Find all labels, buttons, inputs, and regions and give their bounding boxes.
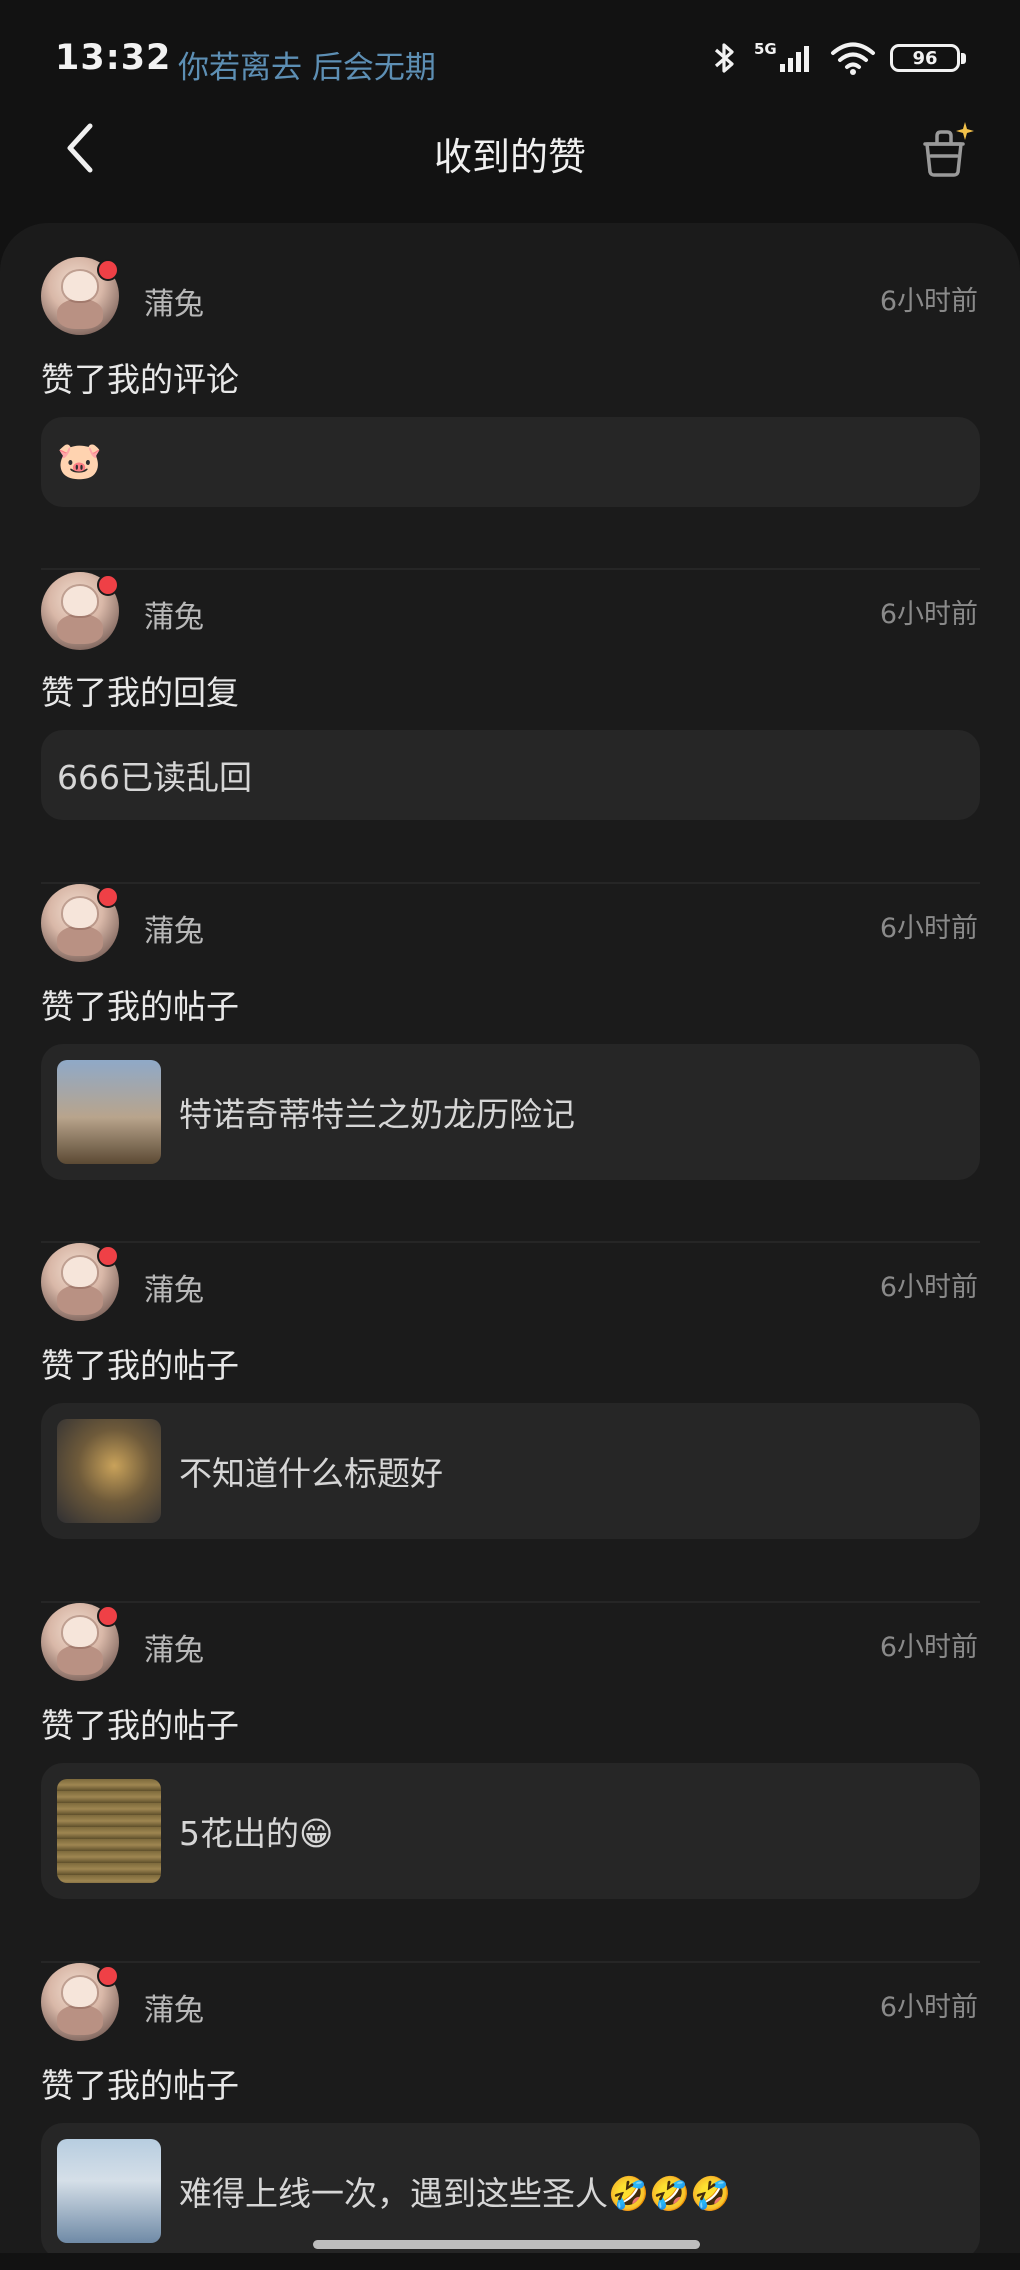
post-thumbnail (57, 1779, 161, 1883)
avatar[interactable] (41, 257, 119, 335)
post-thumbnail (57, 1060, 161, 1164)
unread-dot (97, 259, 119, 281)
clean-sweep-icon (923, 122, 974, 177)
post-title: 不知道什么标题好 (179, 1454, 443, 1493)
username[interactable]: 蒲兔 (144, 1625, 204, 1669)
avatar[interactable] (41, 1603, 119, 1681)
username[interactable]: 蒲兔 (144, 592, 204, 636)
home-indicator[interactable] (313, 2240, 700, 2249)
post-title: 特诺奇蒂特兰之奶龙历险记 (179, 1095, 575, 1134)
timestamp: 6小时前 (879, 1992, 978, 2023)
username[interactable]: 蒲兔 (144, 279, 204, 323)
avatar[interactable] (41, 1243, 119, 1321)
page-title: 收到的赞 (433, 135, 586, 179)
action-text: 赞了我的评论 (41, 360, 239, 399)
avatar[interactable] (41, 884, 119, 962)
header: 收到的赞 (0, 110, 1020, 185)
bluetooth-icon (714, 43, 734, 73)
unread-dot (97, 886, 119, 908)
status-icons: 5G 96 (710, 40, 966, 76)
status-time: 13:32 (55, 38, 172, 78)
wifi-icon (831, 42, 875, 75)
post-thumbnail (57, 1419, 161, 1523)
username[interactable]: 蒲兔 (144, 1265, 204, 1309)
timestamp: 6小时前 (879, 1272, 978, 1303)
list-item[interactable]: 蒲兔 6小时前 赞了我的帖子 特诺奇蒂特兰之奶龙历险记 (41, 884, 980, 1243)
avatar[interactable] (41, 572, 119, 650)
unread-dot (97, 1245, 119, 1267)
battery-level: 96 (912, 47, 938, 69)
liked-content[interactable]: 666已读乱回 (41, 730, 980, 820)
clear-notifications-button[interactable] (910, 115, 980, 185)
unread-dot (97, 1605, 119, 1627)
timestamp: 6小时前 (879, 1632, 978, 1663)
list-item[interactable]: 蒲兔 6小时前 赞了我的帖子 5花出的😁 (41, 1603, 980, 1963)
username[interactable]: 蒲兔 (144, 906, 204, 950)
action-text: 赞了我的帖子 (41, 1346, 239, 1385)
liked-post[interactable]: 不知道什么标题好 (41, 1403, 980, 1539)
battery-indicator: 96 (890, 44, 966, 72)
liked-content[interactable]: 🐷 (41, 417, 980, 507)
action-text: 赞了我的帖子 (41, 2066, 239, 2105)
status-bar: 13:32 你若离去 后会无期 5G 96 (0, 0, 1020, 120)
post-title: 难得上线一次，遇到这些圣人🤣🤣🤣 (179, 2174, 732, 2213)
liked-post[interactable]: 5花出的😁 (41, 1763, 980, 1899)
avatar[interactable] (41, 1963, 119, 2041)
liked-post[interactable]: 特诺奇蒂特兰之奶龙历险记 (41, 1044, 980, 1180)
content-text: 🐷 (57, 441, 102, 482)
timestamp: 6小时前 (879, 913, 978, 944)
cellular-signal-icon: 5G (754, 40, 809, 72)
action-text: 赞了我的帖子 (41, 1706, 239, 1745)
network-type-label: 5G (754, 40, 777, 58)
post-thumbnail (57, 2139, 161, 2243)
content-text: 666已读乱回 (57, 758, 252, 797)
status-now-playing: 你若离去 后会无期 (178, 50, 436, 86)
likes-list[interactable]: 蒲兔 6小时前 赞了我的评论 🐷 蒲兔 6小时前 赞了我的回复 666已读乱回 … (0, 223, 1020, 2253)
action-text: 赞了我的回复 (41, 673, 239, 712)
action-text: 赞了我的帖子 (41, 987, 239, 1026)
post-title: 5花出的😁 (179, 1814, 334, 1853)
timestamp: 6小时前 (879, 599, 978, 630)
list-item[interactable]: 蒲兔 6小时前 赞了我的评论 🐷 (41, 257, 980, 570)
list-item[interactable]: 蒲兔 6小时前 赞了我的帖子 难得上线一次，遇到这些圣人🤣🤣🤣 (41, 1963, 980, 2253)
liked-post[interactable]: 难得上线一次，遇到这些圣人🤣🤣🤣 (41, 2123, 980, 2253)
timestamp: 6小时前 (879, 286, 978, 317)
username[interactable]: 蒲兔 (144, 1985, 204, 2029)
unread-dot (97, 574, 119, 596)
unread-dot (97, 1965, 119, 1987)
list-item[interactable]: 蒲兔 6小时前 赞了我的帖子 不知道什么标题好 (41, 1243, 980, 1603)
list-item[interactable]: 蒲兔 6小时前 赞了我的回复 666已读乱回 (41, 570, 980, 884)
